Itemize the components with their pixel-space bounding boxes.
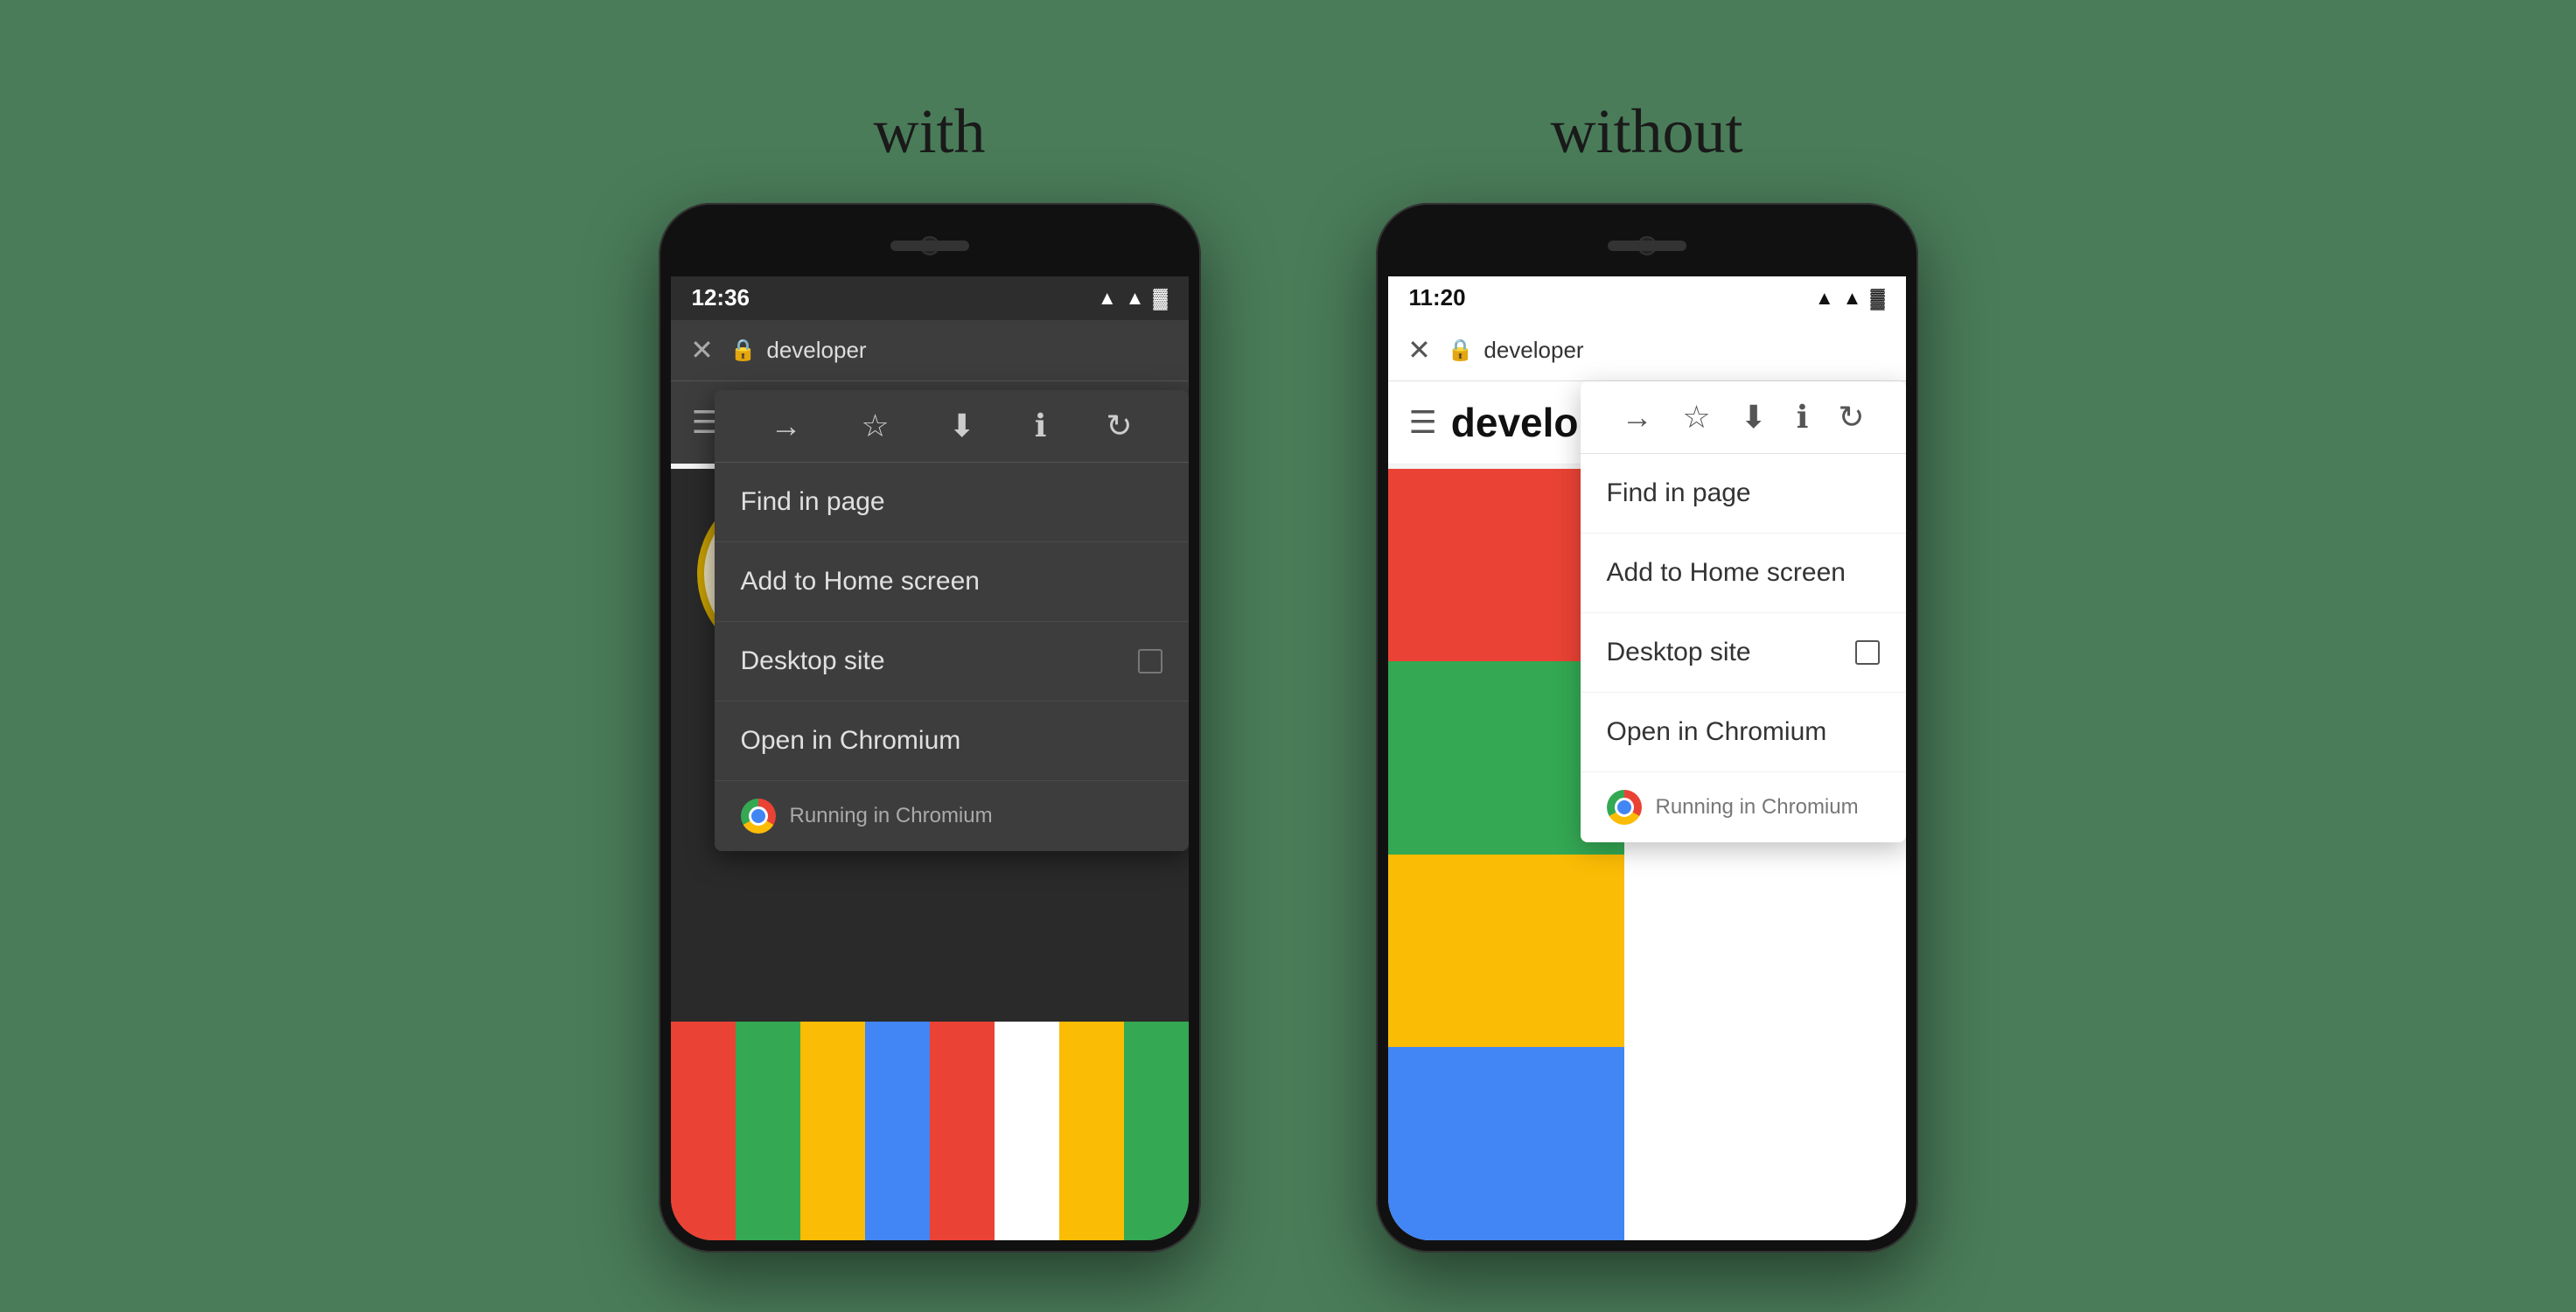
stripe-white-l — [995, 1022, 1059, 1240]
vstripe-yellow — [1388, 855, 1624, 1048]
lock-icon-right: 🔒 — [1448, 338, 1474, 363]
signal-icon-right: ▲ — [1843, 287, 1862, 310]
chromium-icon-left — [741, 799, 776, 834]
dropdown-right: → ☆ ⬇ ℹ ↻ Find in page Add to Home scree… — [1581, 381, 1906, 842]
lock-icon-left: 🔒 — [730, 338, 757, 363]
find-in-page-left[interactable]: Find in page — [715, 463, 1189, 542]
info-icon-right[interactable]: ℹ — [1797, 399, 1809, 436]
add-to-home-left[interactable]: Add to Home screen — [715, 542, 1189, 622]
close-btn-left[interactable]: ✕ — [685, 333, 720, 366]
chromium-icon-right — [1607, 790, 1642, 825]
url-left[interactable]: developer — [766, 337, 1174, 364]
stripe-green2-l — [1124, 1022, 1189, 1240]
signal-icon-left: ▲ — [1126, 287, 1145, 310]
wifi-icon-right: ▲ — [1815, 287, 1834, 310]
dropdown-left: → ☆ ⬇ ℹ ↻ Find in page Add to Home scree… — [715, 390, 1189, 851]
without-label: without — [1550, 95, 1742, 168]
desktop-site-left[interactable]: Desktop site — [715, 622, 1189, 701]
running-in-chromium-right: Running in Chromium — [1656, 795, 1859, 820]
phone-right-screen: 11:20 ▲ ▲ ▓ ✕ 🔒 developer — [1388, 276, 1906, 1240]
desktop-site-checkbox-left[interactable] — [1138, 649, 1162, 673]
stripe-green-l — [736, 1022, 800, 1240]
status-icons-right: ▲ ▲ ▓ — [1815, 287, 1885, 310]
close-btn-right[interactable]: ✕ — [1402, 333, 1437, 366]
download-icon-left[interactable]: ⬇ — [949, 408, 975, 444]
time-left: 12:36 — [692, 284, 750, 311]
speaker-left — [890, 241, 969, 251]
battery-icon-left: ▓ — [1153, 287, 1167, 310]
with-label: with — [873, 95, 985, 168]
status-icons-left: ▲ ▲ ▓ — [1098, 287, 1168, 310]
forward-icon-right[interactable]: → — [1621, 399, 1652, 436]
phone-left-screen: 12:36 ▲ ▲ ▓ ✕ 🔒 developer — [671, 276, 1189, 1240]
status-bar-left: 12:36 ▲ ▲ ▓ — [671, 276, 1189, 320]
phone-left: 12:36 ▲ ▲ ▓ ✕ 🔒 developer — [659, 203, 1201, 1253]
dropdown-header-left: → ☆ ⬇ ℹ ↻ — [715, 390, 1189, 463]
browser-bar-left[interactable]: ✕ 🔒 developer — [671, 320, 1189, 381]
stripe-red-l — [671, 1022, 736, 1240]
status-bar-right: 11:20 ▲ ▲ ▓ — [1388, 276, 1906, 320]
hamburger-right[interactable]: ☰ — [1409, 404, 1437, 441]
desktop-site-right[interactable]: Desktop site — [1581, 613, 1906, 693]
vstripe-blue — [1388, 1047, 1624, 1240]
dropdown-footer-left: Running in Chromium — [715, 781, 1189, 851]
open-in-chromium-right[interactable]: Open in Chromium — [1581, 693, 1906, 772]
phone-left-topbar — [671, 215, 1189, 276]
stripes-left — [671, 1022, 1189, 1240]
bookmark-icon-left[interactable]: ☆ — [861, 408, 889, 444]
phone-left-inner: 12:36 ▲ ▲ ▓ ✕ 🔒 developer — [671, 215, 1189, 1240]
browser-bar-right[interactable]: ✕ 🔒 developer — [1388, 320, 1906, 381]
bookmark-icon-right[interactable]: ☆ — [1682, 399, 1710, 436]
find-in-page-right[interactable]: Find in page — [1581, 454, 1906, 534]
battery-icon-right: ▓ — [1870, 287, 1884, 310]
section-with: with 12:36 ▲ ▲ ▓ — [659, 95, 1201, 1253]
dropdown-header-right: → ☆ ⬇ ℹ ↻ — [1581, 381, 1906, 454]
main-container: with 12:36 ▲ ▲ ▓ — [659, 60, 1918, 1253]
phone-right-topbar — [1388, 215, 1906, 276]
stripe-yellow-l — [800, 1022, 865, 1240]
time-right: 11:20 — [1409, 284, 1466, 311]
refresh-icon-right[interactable]: ↻ — [1838, 399, 1864, 436]
forward-icon-left[interactable]: → — [770, 408, 801, 444]
add-to-home-right[interactable]: Add to Home screen — [1581, 534, 1906, 613]
section-without: without 11:20 ▲ ▲ ▓ — [1376, 95, 1918, 1253]
stripe-yellow2-l — [1059, 1022, 1124, 1240]
url-right[interactable]: developer — [1483, 337, 1891, 364]
stripe-blue-l — [865, 1022, 930, 1240]
wifi-icon-left: ▲ — [1098, 287, 1117, 310]
refresh-icon-left[interactable]: ↻ — [1106, 408, 1132, 444]
running-in-chromium-left: Running in Chromium — [790, 804, 993, 828]
speaker-right — [1608, 241, 1686, 251]
stripe-red2-l — [930, 1022, 995, 1240]
download-icon-right[interactable]: ⬇ — [1741, 399, 1767, 436]
phone-right: 11:20 ▲ ▲ ▓ ✕ 🔒 developer — [1376, 203, 1918, 1253]
open-in-chromium-left[interactable]: Open in Chromium — [715, 701, 1189, 781]
info-icon-left[interactable]: ℹ — [1035, 408, 1047, 444]
desktop-site-checkbox-right[interactable] — [1855, 640, 1880, 665]
phone-right-inner: 11:20 ▲ ▲ ▓ ✕ 🔒 developer — [1388, 215, 1906, 1240]
dropdown-footer-right: Running in Chromium — [1581, 772, 1906, 842]
